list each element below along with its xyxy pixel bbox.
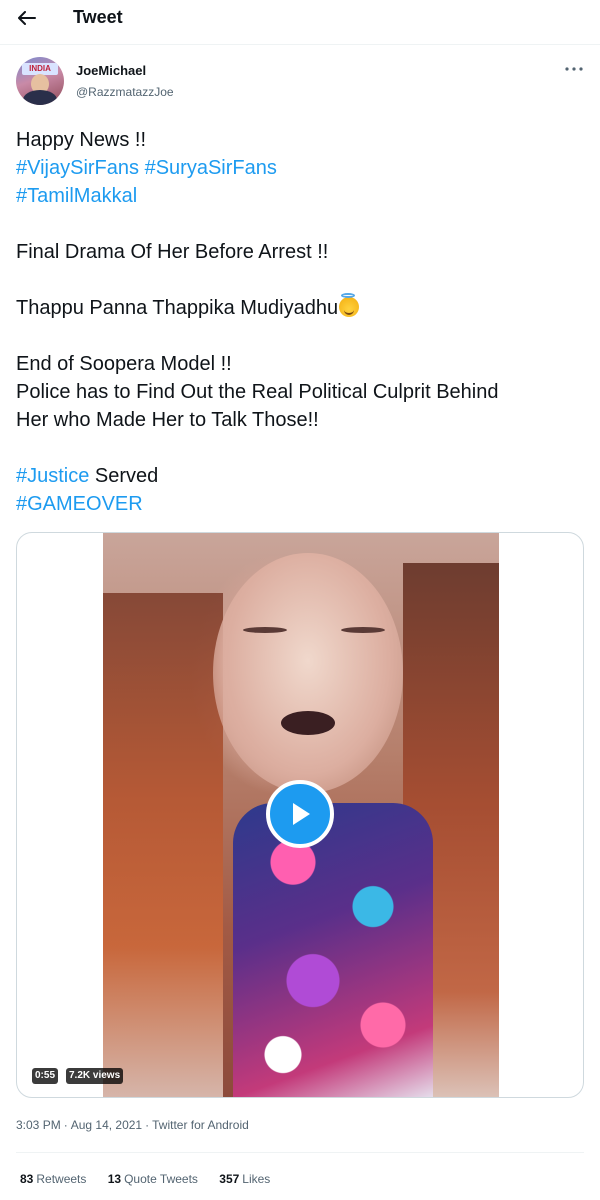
thumbnail-hair-left xyxy=(103,593,223,1097)
likes-stat[interactable]: 357 Likes xyxy=(219,1172,270,1186)
tweet-line-gap xyxy=(16,434,586,462)
play-button[interactable] xyxy=(266,780,334,848)
tweet-stats: 83 Retweets 13 Quote Tweets 357 Likes xyxy=(20,1172,288,1186)
tweet-time[interactable]: 3:03 PM xyxy=(16,1118,61,1132)
video-duration-badge: 0:55 xyxy=(32,1068,59,1084)
tweet-line-text: Police has to Find Out the Real Politica… xyxy=(16,381,499,403)
stats-divider xyxy=(16,1152,584,1153)
tweet-line: Police has to Find Out the Real Politica… xyxy=(16,378,586,406)
tweet-line: #GAMEOVER xyxy=(16,490,586,518)
tweet-line-text: Final Drama Of Her Before Arrest !! xyxy=(16,241,329,263)
more-button[interactable] xyxy=(562,62,586,78)
top-bar: Tweet xyxy=(0,0,600,36)
hashtag-link[interactable]: #VijaySirFans xyxy=(16,157,139,179)
video-views-badge: 7.2K views xyxy=(66,1068,124,1084)
thumbnail-face xyxy=(213,553,403,793)
tweet-line-text: End of Soopera Model !! xyxy=(16,353,232,375)
arrow-left-icon xyxy=(18,11,36,25)
quote-tweets-stat[interactable]: 13 Quote Tweets xyxy=(108,1172,198,1186)
likes-count: 357 xyxy=(219,1172,240,1186)
more-horizontal-icon xyxy=(565,67,583,71)
avatar[interactable]: INDIA xyxy=(16,57,64,105)
tweet-line-text: Thappu Panna Thappika Mudiyadhu xyxy=(16,297,339,319)
hashtag-link[interactable]: #SuryaSirFans xyxy=(145,157,277,179)
author-handle[interactable]: @RazzmatazzJoe xyxy=(76,85,174,99)
tweet-line: Thappu Panna Thappika Mudiyadhu xyxy=(16,293,586,322)
hashtag-link[interactable]: #Justice xyxy=(16,465,89,487)
retweets-count: 83 xyxy=(20,1172,34,1186)
page-title: Tweet xyxy=(73,7,123,27)
quote-tweets-count: 13 xyxy=(107,1172,122,1186)
thumbnail-eye-left xyxy=(243,627,287,633)
smiling-face-with-halo-icon xyxy=(339,293,360,317)
avatar-body xyxy=(23,90,57,105)
thumbnail-eye-right xyxy=(341,627,385,633)
tweet-line: #Justice Served xyxy=(16,462,586,490)
tweet-date[interactable]: Aug 14, 2021 xyxy=(71,1118,142,1132)
tweet-source[interactable]: Twitter for Android xyxy=(152,1118,249,1132)
tweet-line-text: Happy News !! xyxy=(16,129,147,151)
tweet-line: End of Soopera Model !! xyxy=(16,350,586,378)
tweet-line-text: Her who Made Her to Talk Those!! xyxy=(16,409,319,431)
header-divider xyxy=(0,44,600,45)
hashtag-link[interactable]: #TamilMakkal xyxy=(16,185,137,207)
tweet-line: #TamilMakkal xyxy=(16,182,586,210)
back-button[interactable] xyxy=(14,6,40,30)
tweet-line-gap xyxy=(16,266,586,294)
tweet-line-gap xyxy=(16,210,586,238)
thumbnail-scarf xyxy=(233,803,433,1097)
tweet-meta: 3:03 PM · Aug 14, 2021 · Twitter for Android xyxy=(16,1118,249,1132)
tweet-line: Final Drama Of Her Before Arrest !! xyxy=(16,238,586,266)
tweet-line-text: Served xyxy=(89,465,159,487)
tweet-line: Her who Made Her to Talk Those!! xyxy=(16,406,586,434)
hashtag-link[interactable]: #GAMEOVER xyxy=(16,493,143,515)
author-display-name[interactable]: JoeMichael xyxy=(76,63,146,78)
meta-separator: · xyxy=(145,1118,150,1132)
tweet-text: Happy News !! #VijaySirFans #SuryaSirFans… xyxy=(16,126,586,518)
retweets-label: Retweets xyxy=(36,1172,87,1186)
tweet-line: #VijaySirFans #SuryaSirFans xyxy=(16,154,586,182)
quote-tweets-label: Quote Tweets xyxy=(124,1172,198,1186)
tweet-page: Tweet INDIA JoeMichael @RazzmatazzJoe Ha… xyxy=(0,0,600,1200)
thumbnail-mouth xyxy=(281,711,335,735)
likes-label: Likes xyxy=(242,1172,271,1186)
retweets-stat[interactable]: 83 Retweets xyxy=(20,1172,86,1186)
tweet-line-gap xyxy=(16,322,586,350)
play-icon xyxy=(293,803,310,825)
meta-separator: · xyxy=(63,1118,68,1132)
tweet-line: Happy News !! xyxy=(16,126,586,154)
